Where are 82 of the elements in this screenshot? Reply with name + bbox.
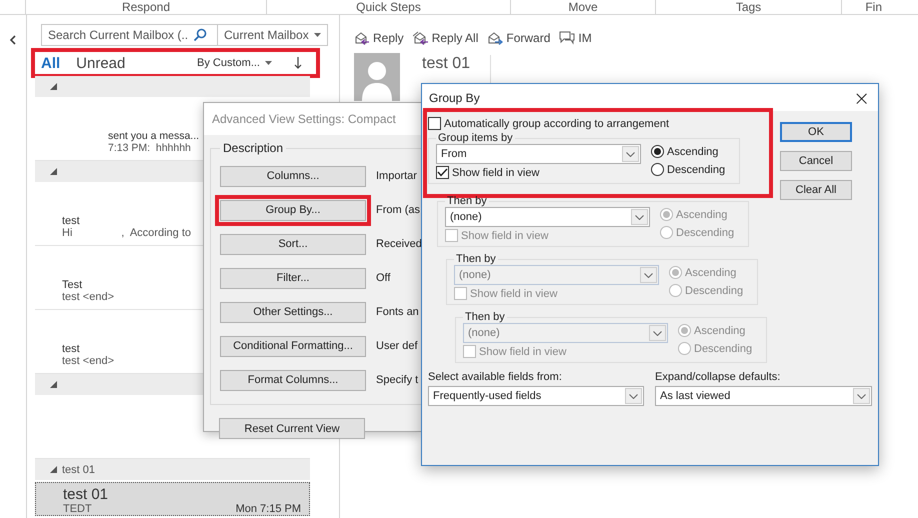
message-time: Mon 7:15 PM: [236, 503, 301, 515]
caret-icon: [265, 61, 272, 65]
ribbon-group-label: Move: [511, 0, 656, 14]
chevron-down-icon: [857, 394, 866, 398]
fields-dropdown[interactable]: Frequently-used fields: [428, 386, 644, 406]
field-label: Expand/collapse defaults:: [655, 371, 782, 383]
setting-value: Specify t: [376, 374, 418, 386]
message-preview: test <end>: [62, 355, 114, 367]
group-legend: Then by: [445, 195, 489, 207]
envelope-icon: [354, 31, 370, 45]
message-sender: Test: [62, 279, 82, 291]
scope-dropdown[interactable]: Current Mailbox: [218, 24, 328, 46]
section-label: Description: [222, 141, 284, 155]
down-arrow-icon[interactable]: [294, 57, 302, 69]
show-field-checkbox[interactable]: Show field in view: [436, 166, 641, 179]
message-preview: TEDT: [63, 503, 92, 515]
order-radio[interactable]: Ascending: [651, 145, 726, 158]
action-button[interactable]: Forward: [487, 31, 550, 45]
chevron-down-icon: [629, 394, 638, 398]
search-icon[interactable]: [193, 28, 207, 42]
group-label: test 01: [62, 464, 96, 476]
close-button[interactable]: ×: [845, 88, 878, 108]
field-dropdown[interactable]: (none): [445, 207, 650, 227]
envelope-icon: [412, 31, 429, 45]
setting-value: Off: [376, 272, 390, 284]
message-sender: test: [62, 215, 80, 227]
group-legend: Then by: [454, 253, 498, 265]
field-label: Select available fields from:: [428, 371, 563, 383]
setting-value: From (as: [376, 204, 420, 216]
message-preview: test <end>: [62, 291, 114, 303]
chevron-down-icon: [644, 272, 653, 278]
dialog-button[interactable]: OK: [780, 122, 852, 142]
chevron-down-icon: [635, 214, 644, 220]
field-dropdown[interactable]: From: [436, 144, 641, 164]
message-item[interactable]: test 01 TEDT Mon 7:15 PM: [35, 482, 310, 516]
setting-value: Received: [376, 238, 422, 250]
dialog-button[interactable]: Columns...: [220, 166, 366, 186]
collapse-icon[interactable]: [9, 35, 17, 45]
setting-value: Importar: [376, 170, 417, 182]
action-button[interactable]: Reply All: [412, 31, 478, 45]
setting-value: Fonts an: [376, 306, 419, 318]
group-legend: Group items by: [436, 132, 515, 144]
setting-value: User def: [376, 340, 418, 352]
chevron-down-icon: [626, 152, 635, 156]
message-sender: test 01: [63, 486, 108, 503]
ribbon-group-label: Quick Steps: [267, 0, 511, 14]
auto-group-checkbox[interactable]: Automatically group according to arrangement: [428, 117, 768, 130]
caret-icon: [314, 33, 321, 37]
envelope-icon: [487, 31, 504, 45]
group-legend: Then by: [463, 311, 507, 323]
ribbon-group-label: Fin: [864, 0, 882, 14]
checkbox[interactable]: [436, 166, 449, 179]
arrange-dropdown[interactable]: By Custom...: [197, 57, 272, 69]
dialog-button[interactable]: Sort...: [220, 234, 366, 254]
field-dropdown[interactable]: (none): [463, 323, 668, 343]
filter-tab[interactable]: Unread: [76, 54, 126, 72]
dialog-button[interactable]: Filter...: [220, 268, 366, 288]
ribbon-group-label: Tags: [656, 0, 842, 14]
message-sender: sent you a messa...: [108, 130, 200, 142]
chat-icon: [559, 31, 576, 45]
group-header[interactable]: test 01: [35, 459, 310, 480]
dialog-button[interactable]: Group By...: [220, 200, 366, 220]
action-button[interactable]: Reply: [354, 31, 404, 45]
action-button[interactable]: IM: [559, 31, 592, 45]
message-sender: test: [62, 343, 80, 355]
filter-tab[interactable]: All: [41, 54, 60, 72]
dialog-button[interactable]: Clear All: [780, 180, 852, 200]
reset-button[interactable]: Reset Current View: [219, 418, 365, 439]
order-radio[interactable]: Descending: [651, 163, 726, 176]
dialog-button[interactable]: Conditional Formatting...: [220, 336, 366, 356]
dialog-button[interactable]: Cancel: [780, 151, 852, 171]
checkbox[interactable]: [428, 117, 441, 130]
field-dropdown[interactable]: (none): [454, 265, 659, 285]
dialog-button[interactable]: Other Settings...: [220, 302, 366, 322]
dialog-button[interactable]: Format Columns...: [220, 370, 366, 390]
search-field[interactable]: Search Current Mailbox (...: [41, 24, 218, 46]
expand-dropdown[interactable]: As last viewed: [655, 386, 872, 406]
chevron-down-icon: [653, 330, 662, 336]
message-preview: 7:13 PM: hhhhhh: [108, 142, 191, 154]
ribbon-group-label: Respond: [25, 0, 267, 14]
check-icon: [437, 168, 448, 177]
message-preview: Hi , According to: [62, 227, 191, 239]
